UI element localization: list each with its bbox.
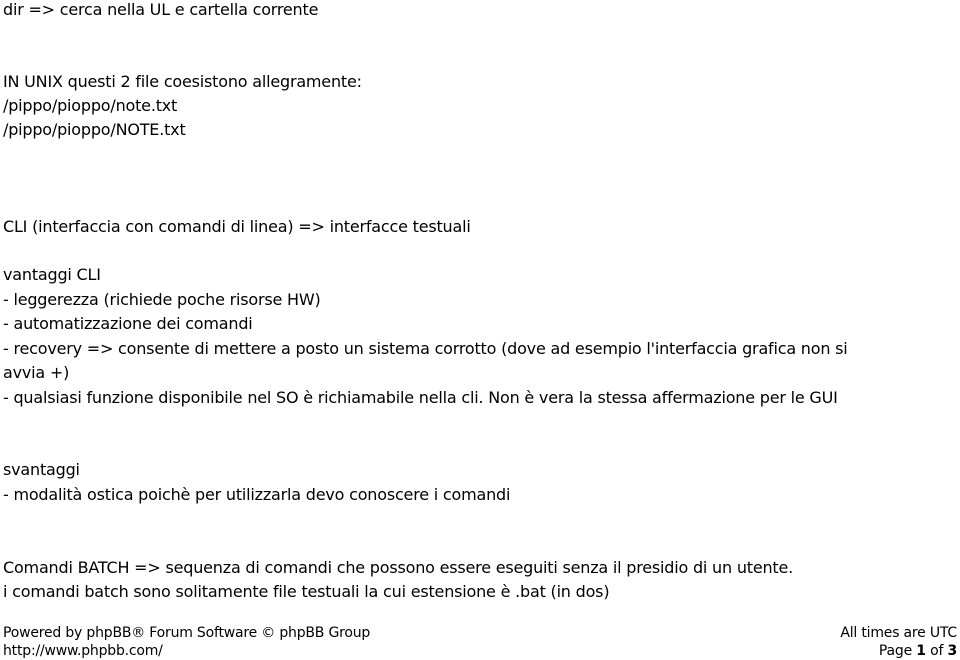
text-line: - qualsiasi funzione disponibile nel SO … [3,388,838,407]
text-line: CLI (interfaccia con comandi di linea) =… [3,217,471,236]
footer-left: Powered by phpBB® Forum Software © phpBB… [3,624,370,660]
text-line: avvia +) [3,363,70,382]
page-of: of [930,643,944,659]
text-line: svantaggi [3,460,80,479]
text-line: - modalità ostica poichè per utilizzarla… [3,485,511,504]
powered-by-text: Powered by phpBB® Forum Software © phpBB… [3,625,371,641]
text-line: IN UNIX questi 2 file coesistono allegra… [3,72,362,91]
text-line: - automatizzazione dei comandi [3,314,253,333]
phpbb-link[interactable]: http://www.phpbb.com/ [3,643,163,659]
text-line: /pippo/pioppo/NOTE.txt [3,120,186,139]
page-prefix: Page [878,643,912,659]
timezone-text: All times are UTC [840,625,957,641]
text-line: - recovery => consente di mettere a post… [3,339,848,358]
text-line: dir => cerca nella UL e cartella corrent… [3,0,319,19]
footer-right: All times are UTC Page 1 of 3 [840,624,957,660]
text-line: /pippo/pioppo/note.txt [3,96,178,115]
text-line: Comandi BATCH => sequenza di comandi che… [3,558,794,577]
text-line: vantaggi CLI [3,265,101,284]
pagination: Page 1 of 3 [840,642,957,660]
page-total: 3 [947,643,957,659]
page-current: 1 [916,643,926,659]
text-line: i comandi batch sono solitamente file te… [3,582,610,601]
text-line: - leggerezza (richiede poche risorse HW) [3,290,321,309]
